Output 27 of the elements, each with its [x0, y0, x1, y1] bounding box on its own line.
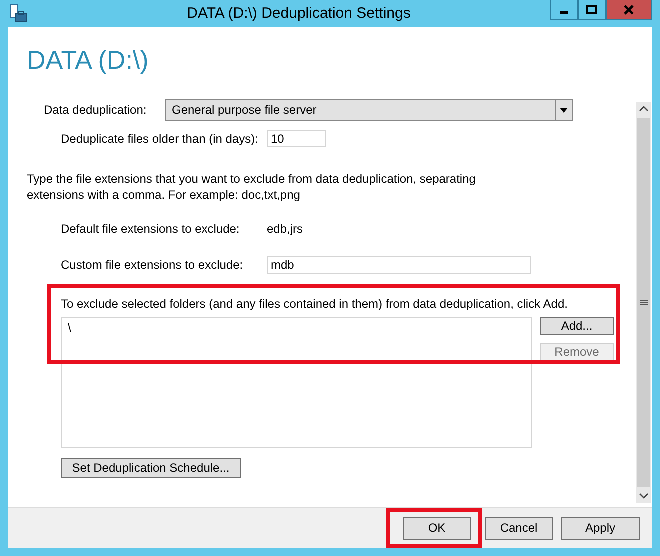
default-extensions-value: edb,jrs [267, 222, 304, 236]
field-label: Default file extensions to exclude: [61, 222, 241, 236]
field-label: Data deduplication: [44, 103, 148, 117]
minimize-button[interactable] [550, 0, 578, 20]
dialog-button[interactable]: OK [403, 516, 471, 540]
window-title: DATA (D:\) Deduplication Settings [186, 5, 412, 22]
list-action-button[interactable]: Add... [540, 317, 614, 335]
custom-extensions-input[interactable]: mdb [267, 256, 531, 274]
close-button[interactable] [606, 0, 652, 20]
folder-item[interactable]: \ [62, 318, 531, 335]
close-icon [623, 4, 635, 14]
minimize-icon [560, 11, 568, 14]
section-label: To exclude selected folders (and any files contained in them) from data deduplication, click Add. [61, 297, 568, 311]
folder-list[interactable]: \ [61, 317, 532, 448]
dialog-button[interactable]: Cancel [485, 516, 553, 540]
dedup-mode-dropdown[interactable]: General purpose file server [165, 99, 573, 121]
maximize-button[interactable] [578, 0, 606, 20]
vertical-scrollbar[interactable] [636, 102, 651, 503]
grip-icon [640, 300, 648, 306]
page-heading: DATA (D:\) [27, 45, 150, 77]
field-label: Custom file extensions to exclude: [61, 258, 244, 272]
days-input[interactable]: 10 [267, 130, 326, 147]
maximize-icon [586, 4, 598, 14]
field-label: Deduplicate files older than (in days): [61, 132, 260, 146]
schedule-button[interactable]: Set Deduplication Schedule... [61, 458, 241, 478]
dialog-button[interactable]: Apply [561, 516, 640, 540]
instruction-text: Type the file extensions that you want to exclude from data deduplication, separating extensions with a comma. For example: doc,txt,png [27, 171, 477, 203]
